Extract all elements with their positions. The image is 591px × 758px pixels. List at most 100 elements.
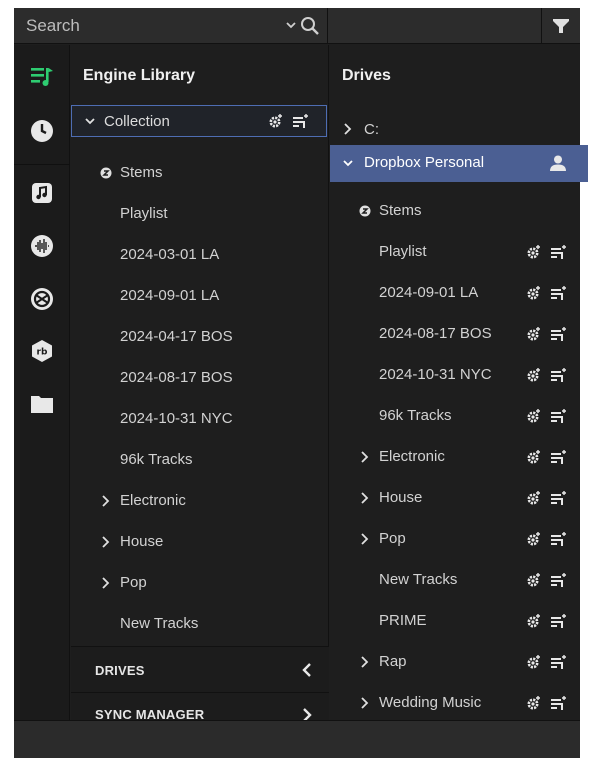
top-bar <box>14 8 580 44</box>
rail-rekordbox-button[interactable]: rb <box>14 331 70 371</box>
row-actions <box>526 683 568 723</box>
library-item-pop[interactable]: Pop <box>71 563 329 603</box>
row-actions <box>526 642 568 682</box>
chevron-right-icon[interactable] <box>359 491 371 505</box>
source-rail: rb <box>14 45 70 720</box>
drive-tree-item[interactable]: New Tracks <box>330 560 580 600</box>
add-to-playlist-icon[interactable] <box>550 531 568 547</box>
settings-gear-icon[interactable] <box>526 449 542 465</box>
chevron-right-icon[interactable] <box>100 494 112 508</box>
add-to-playlist-icon[interactable] <box>550 449 568 465</box>
add-to-playlist-icon[interactable] <box>550 572 568 588</box>
drive-c[interactable]: C: <box>330 113 580 145</box>
settings-gear-icon[interactable] <box>526 695 542 711</box>
music-note-icon <box>31 182 53 204</box>
drive-tree-item[interactable]: Pop <box>330 519 580 559</box>
search-input[interactable] <box>14 8 274 44</box>
chevron-right-icon[interactable] <box>342 122 354 136</box>
chevron-right-icon[interactable] <box>100 535 112 549</box>
library-item-new-tracks[interactable]: New Tracks <box>71 604 329 644</box>
rail-music-button[interactable] <box>14 173 70 213</box>
chevron-right-icon[interactable] <box>100 576 112 590</box>
settings-gear-icon[interactable] <box>526 613 542 629</box>
settings-gear-icon[interactable] <box>526 531 542 547</box>
chevron-right-icon[interactable] <box>359 696 371 710</box>
add-to-playlist-icon[interactable] <box>550 490 568 506</box>
rail-serato-button[interactable] <box>14 226 70 266</box>
search-icon[interactable] <box>300 16 320 36</box>
add-to-playlist-icon[interactable] <box>550 654 568 670</box>
settings-gear-icon[interactable] <box>268 113 284 129</box>
history-icon <box>30 119 54 143</box>
add-to-playlist-icon[interactable] <box>550 695 568 711</box>
settings-gear-icon[interactable] <box>526 572 542 588</box>
drive-tree-item[interactable]: 96k Tracks <box>330 396 580 436</box>
stems-icon <box>100 167 112 181</box>
drives-section-toggle[interactable]: DRIVES <box>71 646 329 692</box>
drive-tree-item[interactable]: Rap <box>330 642 580 682</box>
rail-folder-button[interactable] <box>14 384 70 424</box>
drive-dropbox-personal[interactable]: Dropbox Personal <box>330 145 588 182</box>
drive-tree-item[interactable]: Electronic <box>330 437 580 477</box>
user-icon <box>549 154 567 172</box>
library-item-house[interactable]: House <box>71 522 329 562</box>
chevron-down-icon[interactable] <box>84 115 96 127</box>
library-item-96k-tracks[interactable]: 96k Tracks <box>71 440 329 480</box>
settings-gear-icon[interactable] <box>526 326 542 342</box>
chevron-right-icon[interactable] <box>359 450 371 464</box>
rail-divider <box>14 164 70 165</box>
playlist-icon <box>30 66 54 88</box>
add-to-playlist-icon[interactable] <box>550 408 568 424</box>
library-item-2024-04-17-bos[interactable]: 2024-04-17 BOS <box>71 317 329 357</box>
add-to-playlist-icon[interactable] <box>550 285 568 301</box>
drive-tree-item[interactable]: Playlist <box>330 232 580 272</box>
settings-gear-icon[interactable] <box>526 285 542 301</box>
settings-gear-icon[interactable] <box>526 408 542 424</box>
drive-tree-item[interactable]: 2024-09-01 LA <box>330 273 580 313</box>
settings-gear-icon[interactable] <box>526 244 542 260</box>
drives-title: Drives <box>342 67 391 84</box>
library-item-stems[interactable]: Stems <box>71 153 329 193</box>
drive-tree-item[interactable]: Stems <box>330 191 580 231</box>
drive-tree-item[interactable]: 2024-08-17 BOS <box>330 314 580 354</box>
library-item-2024-10-31-nyc[interactable]: 2024-10-31 NYC <box>71 399 329 439</box>
chevron-right-icon[interactable] <box>359 532 371 546</box>
search-dropdown-chevron-icon[interactable] <box>284 18 298 32</box>
add-to-playlist-icon[interactable] <box>292 113 310 129</box>
drive-tree-item[interactable]: Wedding Music <box>330 683 580 723</box>
sync-manager-section-toggle[interactable]: SYNC MANAGER <box>71 692 329 722</box>
add-to-playlist-icon[interactable] <box>550 367 568 383</box>
drive-label: Dropbox Personal <box>364 154 485 171</box>
chevron-left-icon[interactable] <box>300 661 314 679</box>
engine-library-panel: Engine Library Collection Stems Playlist… <box>71 45 329 722</box>
add-to-playlist-icon[interactable] <box>550 613 568 629</box>
settings-gear-icon[interactable] <box>526 654 542 670</box>
collection-row[interactable]: Collection <box>71 105 327 137</box>
tree-item-label: 2024-08-17 BOS <box>120 369 233 386</box>
library-item-2024-09-01-la[interactable]: 2024-09-01 LA <box>71 276 329 316</box>
library-item-playlist[interactable]: Playlist <box>71 194 329 234</box>
rail-history-button[interactable] <box>14 111 70 151</box>
stems-icon <box>359 205 371 219</box>
tree-item-label: Pop <box>379 530 406 547</box>
engine-library-title: Engine Library <box>83 67 196 84</box>
rail-playlists-button[interactable] <box>14 57 70 97</box>
rail-traktor-button[interactable] <box>14 279 70 319</box>
drive-tree-item[interactable]: House <box>330 478 580 518</box>
library-item-electronic[interactable]: Electronic <box>71 481 329 521</box>
row-actions <box>526 437 568 477</box>
settings-gear-icon[interactable] <box>526 490 542 506</box>
row-actions <box>526 273 568 313</box>
chevron-right-icon[interactable] <box>359 655 371 669</box>
tree-item-label: New Tracks <box>379 571 458 588</box>
drive-tree-item[interactable]: 2024-10-31 NYC <box>330 355 580 395</box>
settings-gear-icon[interactable] <box>526 367 542 383</box>
add-to-playlist-icon[interactable] <box>550 244 568 260</box>
library-item-2024-03-01-la[interactable]: 2024-03-01 LA <box>71 235 329 275</box>
library-item-2024-08-17-bos[interactable]: 2024-08-17 BOS <box>71 358 329 398</box>
chevron-down-icon[interactable] <box>342 157 354 169</box>
add-to-playlist-icon[interactable] <box>550 326 568 342</box>
filter-button[interactable] <box>541 8 580 44</box>
serato-icon <box>30 234 54 258</box>
drive-tree-item[interactable]: PRIME <box>330 601 580 641</box>
